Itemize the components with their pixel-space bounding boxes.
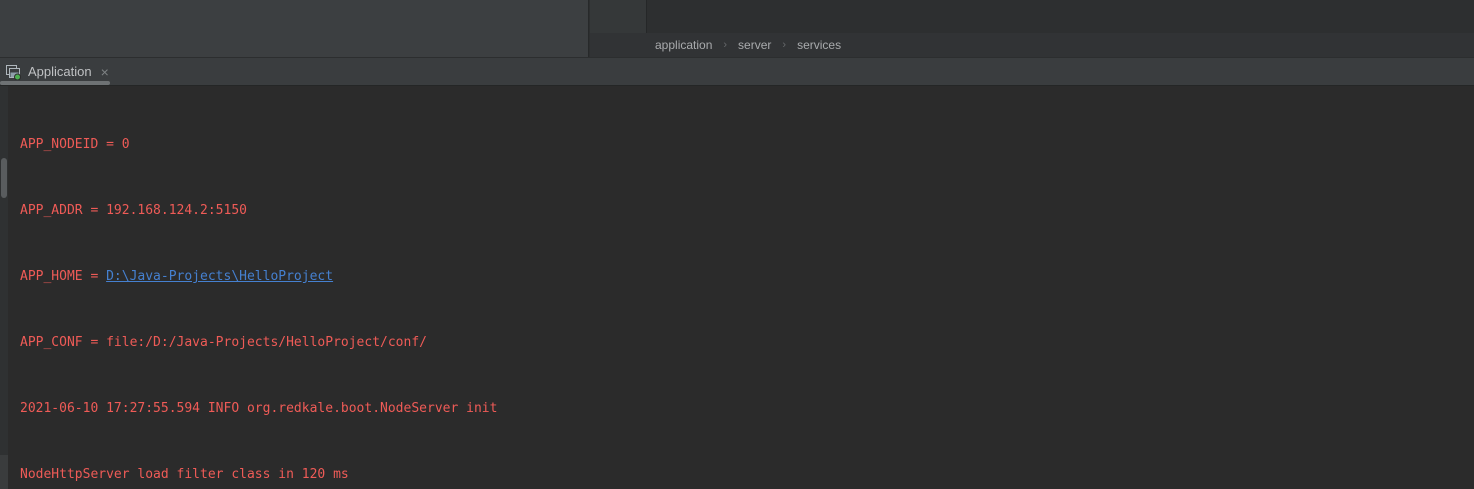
console-line: APP_ADDR = 192.168.124.2:5150 (20, 200, 1474, 222)
breadcrumb-item-services[interactable]: services (797, 38, 841, 52)
console-icon (5, 64, 21, 80)
console-line-prefix: APP_HOME = (20, 269, 106, 284)
console-output: APP_NODEID = 0 APP_ADDR = 192.168.124.2:… (8, 86, 1474, 489)
editor-left-pane (0, 0, 589, 57)
close-icon[interactable]: × (101, 65, 109, 79)
breadcrumb-item-server[interactable]: server (738, 38, 771, 52)
scrollbar-thumb[interactable] (1, 158, 7, 198)
tab-application-label: Application (28, 64, 92, 79)
console-line: APP_NODEID = 0 (20, 134, 1474, 156)
app-home-link[interactable]: D:\Java-Projects\HelloProject (106, 269, 333, 284)
console-line: APP_HOME = D:\Java-Projects\HelloProject (20, 266, 1474, 288)
scrollbar-track-end (0, 455, 8, 489)
console-panel: APP_NODEID = 0 APP_ADDR = 192.168.124.2:… (0, 85, 1474, 489)
chevron-right-icon: › (723, 39, 727, 51)
console-left-scrollbar[interactable] (0, 86, 8, 489)
breadcrumb: application › server › services (590, 33, 1474, 57)
editor-strip: application › server › services (0, 0, 1474, 57)
editor-right-pane (648, 0, 1474, 33)
breadcrumb-item-application[interactable]: application (655, 38, 712, 52)
run-tab-bar: Application × (0, 57, 1474, 85)
editor-gutter-pane (590, 0, 647, 33)
console-line: 2021-06-10 17:27:55.594 INFO org.redkale… (20, 398, 1474, 420)
console-line: NodeHttpServer load filter class in 120 … (20, 464, 1474, 486)
chevron-right-icon: › (782, 39, 786, 51)
console-line: APP_CONF = file:/D:/Java-Projects/HelloP… (20, 332, 1474, 354)
